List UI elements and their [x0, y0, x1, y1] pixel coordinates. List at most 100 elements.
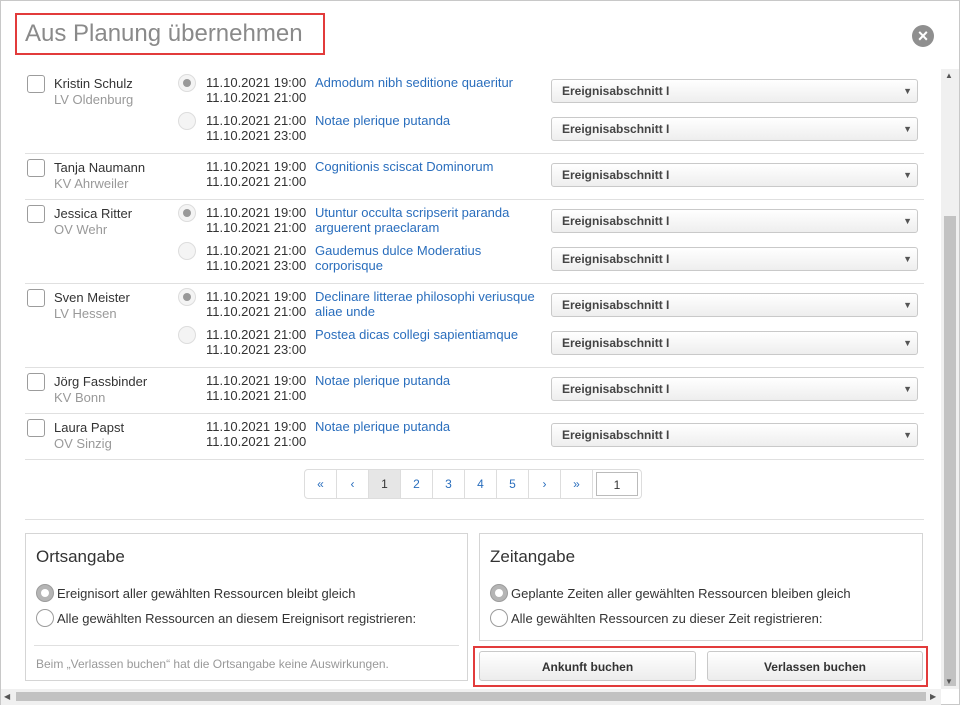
section-select[interactable]: Ereignisabschnitt I ▼	[551, 209, 918, 233]
row-checkbox[interactable]	[27, 419, 45, 437]
slot-start: 11.10.2021 19:00	[206, 205, 307, 220]
horizontal-scroll-thumb[interactable]	[16, 692, 926, 701]
slot-radio[interactable]	[178, 326, 196, 344]
slot-start: 11.10.2021 19:00	[206, 75, 307, 90]
section-select[interactable]: Ereignisabschnitt I ▼	[551, 79, 918, 103]
page-5[interactable]: 5	[497, 470, 529, 498]
section-select[interactable]: Ereignisabschnitt I ▼	[551, 423, 918, 447]
row-checkbox[interactable]	[27, 289, 45, 307]
arrival-button[interactable]: Ankunft buchen	[479, 651, 696, 681]
event-link[interactable]: Notae plerique putanda	[315, 373, 535, 388]
location-option1-radio[interactable]	[36, 584, 54, 602]
chevron-down-icon: ▼	[903, 254, 912, 264]
section-select[interactable]: Ereignisabschnitt I ▼	[551, 247, 918, 271]
section-select[interactable]: Ereignisabschnitt I ▼	[551, 377, 918, 401]
page-first[interactable]: «	[305, 470, 337, 498]
row-checkbox[interactable]	[27, 159, 45, 177]
person-org: LV Oldenburg	[54, 92, 134, 107]
chevron-down-icon: ▼	[903, 124, 912, 134]
section-select[interactable]: Ereignisabschnitt I ▼	[551, 163, 918, 187]
chevron-down-icon: ▼	[903, 170, 912, 180]
slot-start: 11.10.2021 19:00	[206, 373, 307, 388]
list-item: Sven Meister LV Hessen 11.10.2021 19:00 11.…	[25, 283, 924, 368]
slot-radio[interactable]	[178, 242, 196, 260]
dialog: Aus Planung übernehmen × Kristin Schulz L…	[0, 0, 960, 705]
chevron-down-icon: ▼	[903, 430, 912, 440]
time-option2-label[interactable]: Alle gewählten Ressourcen zu dieser Zeit…	[511, 611, 822, 626]
vertical-scroll-thumb[interactable]	[944, 216, 956, 686]
slot-time: 11.10.2021 19:00 11.10.2021 21:00	[206, 159, 306, 189]
slot-end: 11.10.2021 21:00	[206, 90, 307, 105]
location-option2-radio[interactable]	[36, 609, 54, 627]
location-note: Beim „Verlassen buchen“ hat die Ortsanga…	[36, 657, 389, 671]
slot-start: 11.10.2021 21:00	[206, 243, 307, 258]
chevron-down-icon: ▼	[903, 86, 912, 96]
event-link[interactable]: Postea dicas collegi sapientiamque	[315, 327, 535, 342]
person-name: Tanja Naumann	[54, 160, 146, 175]
scroll-down-icon[interactable]: ▼	[945, 677, 953, 686]
page-2[interactable]: 2	[401, 470, 433, 498]
slot-time: 11.10.2021 19:00 11.10.2021 21:00	[206, 373, 306, 403]
pagination: « ‹ 1 2 3 4 5 › » 1	[304, 469, 642, 499]
section-select[interactable]: Ereignisabschnitt I ▼	[551, 293, 918, 317]
page-number-input[interactable]: 1	[596, 472, 638, 496]
list-item: Laura Papst OV Sinzig 11.10.2021 19:00 11.1…	[25, 413, 924, 460]
slot-start: 11.10.2021 19:00	[206, 289, 307, 304]
slot-start: 11.10.2021 21:00	[206, 327, 307, 342]
slot-time: 11.10.2021 19:00 11.10.2021 21:00	[206, 205, 306, 235]
location-heading: Ortsangabe	[36, 547, 125, 566]
section-select-value: Ereignisabschnitt I	[562, 84, 670, 98]
event-link[interactable]: Utuntur occulta scripserit paranda argue…	[315, 205, 535, 235]
event-link[interactable]: Gaudemus dulce Moderatius corporisque	[315, 243, 535, 273]
slot-radio[interactable]	[178, 74, 196, 92]
slot-end: 11.10.2021 23:00	[206, 258, 307, 273]
slot-radio[interactable]	[178, 204, 196, 222]
slot-time: 11.10.2021 21:00 11.10.2021 23:00	[206, 327, 306, 357]
page-3[interactable]: 3	[433, 470, 465, 498]
time-option2-radio[interactable]	[490, 609, 508, 627]
slot-radio[interactable]	[178, 288, 196, 306]
location-option2-label[interactable]: Alle gewählten Ressourcen an diesem Erei…	[57, 611, 416, 626]
page-last[interactable]: »	[561, 470, 593, 498]
slot-time: 11.10.2021 19:00 11.10.2021 21:00	[206, 419, 306, 449]
page-next[interactable]: ›	[529, 470, 561, 498]
chevron-down-icon: ▼	[903, 216, 912, 226]
event-link[interactable]: Declinare litterae philosophi veriusque …	[315, 289, 535, 319]
row-checkbox[interactable]	[27, 205, 45, 223]
section-select[interactable]: Ereignisabschnitt I ▼	[551, 331, 918, 355]
panel-divider	[34, 645, 459, 646]
close-icon[interactable]: ×	[912, 25, 934, 47]
location-option1-label[interactable]: Ereignisort aller gewählten Ressourcen b…	[57, 586, 355, 601]
event-link[interactable]: Notae plerique putanda	[315, 113, 535, 128]
list-item: Jessica Ritter OV Wehr 11.10.2021 19:00 11.…	[25, 199, 924, 284]
slot-time: 11.10.2021 21:00 11.10.2021 23:00	[206, 113, 306, 143]
section-select[interactable]: Ereignisabschnitt I ▼	[551, 117, 918, 141]
event-link[interactable]: Notae plerique putanda	[315, 419, 535, 434]
time-option1-radio[interactable]	[490, 584, 508, 602]
row-checkbox[interactable]	[27, 373, 45, 391]
list-item: Kristin Schulz LV Oldenburg 11.10.2021 19:…	[25, 69, 924, 154]
scroll-left-icon[interactable]: ◀	[4, 692, 10, 701]
person-name: Sven Meister	[54, 290, 130, 305]
slot-start: 11.10.2021 21:00	[206, 113, 307, 128]
slot-end: 11.10.2021 21:00	[206, 388, 307, 403]
slot-end: 11.10.2021 23:00	[206, 128, 307, 143]
page-4[interactable]: 4	[465, 470, 497, 498]
divider	[25, 519, 924, 520]
scroll-right-icon[interactable]: ▶	[930, 692, 936, 701]
person-org: OV Wehr	[54, 222, 108, 237]
dialog-title: Aus Planung übernehmen	[25, 20, 303, 47]
slot-start: 11.10.2021 19:00	[206, 419, 307, 434]
time-option1-label[interactable]: Geplante Zeiten aller gewählten Ressourc…	[511, 586, 851, 601]
slot-time: 11.10.2021 19:00 11.10.2021 21:00	[206, 75, 306, 105]
time-panel: Zeitangabe Geplante Zeiten aller gewählt…	[479, 533, 923, 641]
page-1[interactable]: 1	[369, 470, 401, 498]
event-link[interactable]: Admodum nibh seditione quaeritur	[315, 75, 535, 90]
scroll-up-icon[interactable]: ▲	[945, 71, 953, 80]
event-link[interactable]: Cognitionis sciscat Dominorum	[315, 159, 535, 174]
page-prev[interactable]: ‹	[337, 470, 369, 498]
leave-button[interactable]: Verlassen buchen	[707, 651, 923, 681]
slot-radio[interactable]	[178, 112, 196, 130]
chevron-down-icon: ▼	[903, 300, 912, 310]
row-checkbox[interactable]	[27, 75, 45, 93]
